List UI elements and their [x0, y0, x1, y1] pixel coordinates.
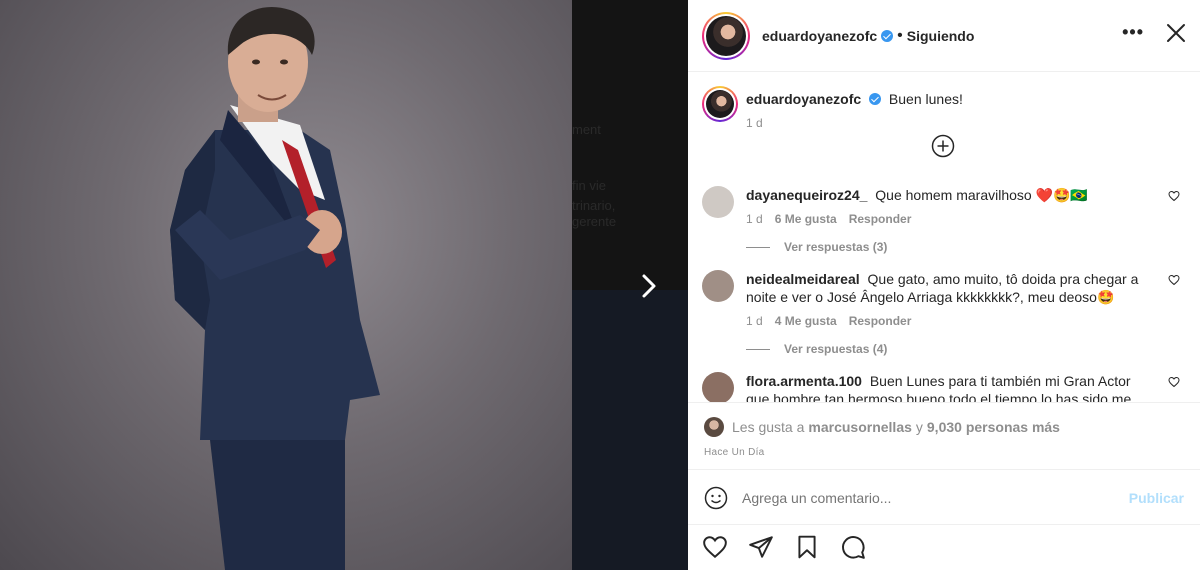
comment-input[interactable]: [742, 489, 1115, 506]
liker-username[interactable]: marcusornellas: [808, 419, 912, 435]
commenter-avatar[interactable]: [702, 270, 734, 302]
likes-prefix: Les gusta a: [732, 419, 805, 435]
view-replies-label: Ver respuestas (4): [784, 342, 888, 356]
bookmark-icon[interactable]: [794, 534, 820, 560]
caption-time: 1 d: [746, 116, 763, 130]
comment-likes[interactable]: 6 Me gusta: [775, 212, 837, 226]
caption-author-avatar[interactable]: [702, 86, 738, 122]
next-post-button[interactable]: [634, 270, 664, 302]
comment-time: 1 d: [746, 314, 763, 328]
comment-text: Que homem maravilhoso ❤️🤩🇧🇷: [875, 187, 1088, 203]
post-actions: [702, 534, 866, 560]
likes-conjunction: y: [915, 419, 923, 435]
follow-status-button[interactable]: Siguiendo: [907, 28, 975, 44]
verified-badge-icon: [869, 93, 882, 105]
close-icon[interactable]: [1166, 23, 1186, 43]
comments-section[interactable]: eduardoyanezofc Buen lunes! 1 d dayanequ…: [688, 72, 1200, 402]
more-options-icon[interactable]: •••: [1122, 22, 1144, 43]
reply-button[interactable]: Responder: [849, 212, 912, 226]
view-replies-button[interactable]: Ver respuestas (3): [746, 240, 1184, 254]
caption-username[interactable]: eduardoyanezofc: [746, 91, 861, 107]
comment-item: neidealmeidareal Que gato, amo muito, tô…: [702, 270, 1184, 328]
comment-item: dayanequeiroz24_ Que homem maravilhoso ❤…: [702, 186, 1184, 226]
likes-section: Les gusta a marcusornellas y 9,030 perso…: [688, 402, 1200, 470]
commenter-avatar[interactable]: [702, 186, 734, 218]
verified-badge-icon: [881, 29, 894, 42]
comment-like-heart-icon[interactable]: [1168, 376, 1180, 388]
caption-text: Buen lunes!: [888, 91, 963, 107]
chevron-right-icon: [642, 274, 656, 298]
next-post-preview: ment fin vie trinario, gerente: [572, 0, 688, 570]
commenter-username[interactable]: dayanequeiroz24_: [746, 187, 867, 203]
post-header: eduardoyanezofc • Siguiendo •••: [688, 0, 1200, 72]
post-photo: [0, 0, 572, 570]
post-media: ment fin vie trinario, gerente: [0, 0, 688, 570]
heart-icon[interactable]: [702, 534, 728, 560]
commenter-username[interactable]: neidealmeidareal: [746, 271, 860, 287]
emoji-icon[interactable]: [704, 486, 728, 510]
comment-likes[interactable]: 4 Me gusta: [775, 314, 837, 328]
view-replies-label: Ver respuestas (3): [784, 240, 888, 254]
comment-icon[interactable]: [840, 534, 866, 560]
author-username[interactable]: eduardoyanezofc: [762, 28, 877, 44]
reply-button[interactable]: Responder: [849, 314, 912, 328]
post-caption: eduardoyanezofc Buen lunes! 1 d: [702, 86, 1184, 130]
commenter-avatar[interactable]: [702, 372, 734, 402]
comment-time: 1 d: [746, 212, 763, 226]
post-timestamp[interactable]: Hace Un Día: [704, 447, 1186, 458]
comment-like-heart-icon[interactable]: [1168, 190, 1180, 202]
paper-plane-icon[interactable]: [748, 534, 774, 560]
plus-circle-icon[interactable]: [931, 134, 955, 158]
comment-item: flora.armenta.100 Buen Lunes para ti tam…: [702, 372, 1184, 402]
comment-like-heart-icon[interactable]: [1168, 274, 1180, 286]
view-replies-button[interactable]: Ver respuestas (4): [746, 342, 1184, 356]
publish-button[interactable]: Publicar: [1129, 490, 1184, 506]
separator-dot: •: [897, 26, 903, 44]
comment-composer: Publicar: [688, 471, 1200, 525]
commenter-username[interactable]: flora.armenta.100: [746, 373, 862, 389]
liker-avatar[interactable]: [704, 417, 724, 437]
likes-count[interactable]: 9,030 personas más: [927, 419, 1060, 435]
post-detail-panel: eduardoyanezofc • Siguiendo ••• eduardoy…: [688, 0, 1200, 570]
man-in-suit-illustration: [170, 7, 380, 570]
author-avatar[interactable]: [702, 11, 750, 60]
